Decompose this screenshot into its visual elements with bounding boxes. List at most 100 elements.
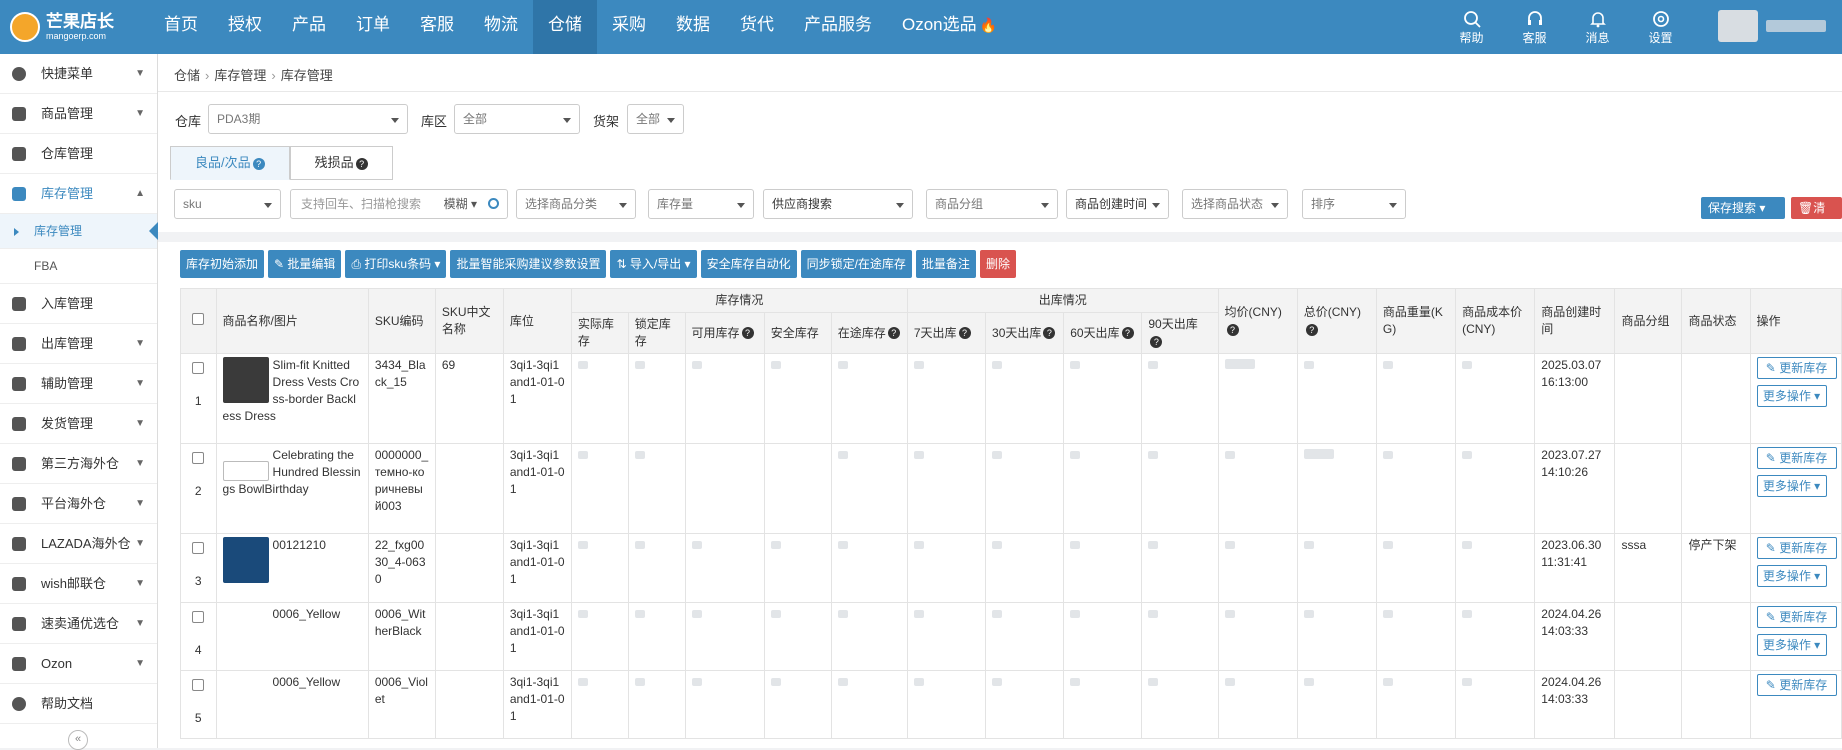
collapse-sidebar-button[interactable]: « <box>68 730 88 750</box>
headset-icon <box>1527 11 1542 25</box>
nav-home[interactable]: 首页 <box>149 0 213 54</box>
nav-order[interactable]: 订单 <box>341 0 405 54</box>
delete-button[interactable]: 删除 <box>979 250 1016 278</box>
caret-down-icon <box>896 203 904 212</box>
question-icon: ? <box>355 157 368 170</box>
row-checkbox[interactable] <box>192 611 205 623</box>
product-image[interactable] <box>222 537 269 583</box>
header-group: 商品分组 <box>1614 288 1683 354</box>
help-button[interactable]: 帮助 <box>1440 0 1503 54</box>
sidebar-item-warehouse[interactable]: 仓库管理 <box>0 134 157 174</box>
row-select-cell: 5 <box>180 670 217 739</box>
message-button[interactable]: 消息 <box>1566 0 1629 54</box>
nav-data[interactable]: 数据 <box>661 0 725 54</box>
trash-icon: 🗑 <box>1798 201 1814 215</box>
init-stock-button[interactable]: 库存初始添加 <box>180 250 265 278</box>
group-select[interactable]: 商品分组 <box>926 189 1058 219</box>
clear-button[interactable]: 🗑清空 <box>1791 197 1842 237</box>
print-sku-barcode-button[interactable]: ⎙ 打印sku条码 ▾ <box>345 250 447 278</box>
sidebar-item-shortcut[interactable]: 快捷菜单 ▼ <box>0 54 157 94</box>
sort-select[interactable]: 排序 <box>1302 189 1406 219</box>
breadcrumb-item[interactable]: 仓储 <box>174 68 200 83</box>
sidebar-item-aliexpress[interactable]: 速卖通优选仓 ▼ <box>0 604 157 644</box>
sidebar-item-third-party-overseas[interactable]: 第三方海外仓 ▼ <box>0 444 157 484</box>
warehouse-select[interactable]: PDA3期 <box>208 104 408 134</box>
sidebar-item-platform-overseas[interactable]: 平台海外仓 ▼ <box>0 484 157 524</box>
broken-image-icon[interactable] <box>222 461 269 481</box>
status-cell <box>1681 602 1751 671</box>
breadcrumb-item[interactable]: 库存管理 <box>214 68 266 83</box>
sidebar-item-auxiliary[interactable]: 辅助管理 ▼ <box>0 364 157 404</box>
search-icon <box>1463 11 1481 28</box>
sync-locked-transit-button[interactable]: 同步锁定/在途库存 <box>800 250 912 278</box>
question-icon: ? <box>887 327 900 340</box>
batch-edit-button[interactable]: ✎ 批量编辑 <box>268 250 342 278</box>
supplier-select[interactable]: 供应商搜索 <box>763 189 913 219</box>
update-stock-button[interactable]: ✎ 更新库存 <box>1756 606 1837 628</box>
update-stock-button[interactable]: ✎ 更新库存 <box>1756 537 1837 559</box>
sidebar-item-ozon[interactable]: Ozon ▼ <box>0 644 157 684</box>
redacted-cell <box>1296 443 1377 534</box>
select-all-checkbox[interactable] <box>192 312 205 325</box>
sidebar-item-outbound[interactable]: 出库管理 ▼ <box>0 324 157 364</box>
nav-forwarder[interactable]: 货代 <box>725 0 789 54</box>
tab-good-defective[interactable]: 良品/次品? <box>170 146 290 180</box>
import-export-button[interactable]: ⇅ 导入/导出 ▾ <box>610 250 697 278</box>
category-select[interactable]: 选择商品分类 <box>516 189 636 219</box>
row-checkbox[interactable] <box>192 362 205 374</box>
shelf-select[interactable]: 全部 <box>627 104 684 134</box>
redacted-value <box>1382 610 1393 618</box>
header-ops: 操作 <box>1749 288 1842 354</box>
update-stock-button[interactable]: ✎ 更新库存 <box>1756 447 1837 469</box>
row-checkbox[interactable] <box>192 679 205 691</box>
ops-cell: ✎ 更新库存 更多操作 ▾ <box>1749 443 1842 534</box>
nav-product[interactable]: 产品 <box>277 0 341 54</box>
user-account[interactable] <box>1718 10 1833 42</box>
row-checkbox[interactable] <box>192 542 205 554</box>
nav-auth[interactable]: 授权 <box>213 0 277 54</box>
update-stock-button[interactable]: ✎ 更新库存 <box>1756 357 1837 379</box>
created-time-select[interactable]: 商品创建时间 <box>1066 189 1169 219</box>
sidebar-item-inbound[interactable]: 入库管理 <box>0 284 157 324</box>
redacted-value <box>1462 610 1473 618</box>
more-actions-button[interactable]: 更多操作 ▾ <box>1756 565 1827 587</box>
product-image[interactable] <box>222 357 269 403</box>
settings-button[interactable]: 设置 <box>1629 0 1692 54</box>
nav-warehouse[interactable]: 仓储 <box>533 0 597 54</box>
redacted-value <box>992 451 1003 459</box>
search-field-select[interactable]: sku <box>174 189 281 219</box>
nav-purchase[interactable]: 采购 <box>597 0 661 54</box>
more-actions-button[interactable]: 更多操作 ▾ <box>1756 385 1827 407</box>
zone-select[interactable]: 全部 <box>454 104 580 134</box>
search-input[interactable]: 支持回车、扫描枪搜索 模糊 ▾ <box>290 189 508 219</box>
brand-logo[interactable]: 芒果店长 mangoerp.com <box>10 6 114 48</box>
more-actions-button[interactable]: 更多操作 ▾ <box>1756 634 1827 656</box>
sidebar-sub-fba[interactable]: FBA <box>0 249 157 284</box>
nav-ozon-selection[interactable]: Ozon选品 🔥 <box>887 0 1012 54</box>
nav-product-service[interactable]: 产品服务 <box>789 0 887 54</box>
batch-smart-purchase-button[interactable]: 批量智能采购建议参数设置 <box>450 250 607 278</box>
sidebar-item-inventory[interactable]: 库存管理 ▲ <box>0 174 157 214</box>
sidebar-item-help[interactable]: 帮助文档 <box>0 684 157 724</box>
search-icon[interactable] <box>488 198 499 209</box>
customer-service-button[interactable]: 客服 <box>1503 0 1566 54</box>
stock-select[interactable]: 库存量 <box>648 189 754 219</box>
chevron-down-icon: ▼ <box>135 418 145 429</box>
batch-remark-button[interactable]: 批量备注 <box>915 250 976 278</box>
safety-stock-auto-button[interactable]: 安全库存自动化 <box>700 250 797 278</box>
nav-logistics[interactable]: 物流 <box>469 0 533 54</box>
sku-cell: 0000000_темно-коричневый003 <box>367 443 436 534</box>
more-actions-button[interactable]: 更多操作 ▾ <box>1756 475 1827 497</box>
sidebar-sub-inventory[interactable]: 库存管理 <box>0 214 158 249</box>
status-select[interactable]: 选择商品状态 <box>1182 189 1288 219</box>
save-search-button[interactable]: 保存搜索 ▾ <box>1701 197 1785 219</box>
update-stock-button[interactable]: ✎ 更新库存 <box>1756 674 1837 696</box>
sidebar-item-goods[interactable]: 商品管理 ▼ <box>0 94 157 134</box>
tab-damaged[interactable]: 残损品? <box>289 146 393 180</box>
sidebar-item-wish[interactable]: wish邮联仓 ▼ <box>0 564 157 604</box>
nav-service[interactable]: 客服 <box>405 0 469 54</box>
row-checkbox[interactable] <box>192 452 205 464</box>
sidebar-item-shipping[interactable]: 发货管理 ▼ <box>0 404 157 444</box>
search-mode-select[interactable]: 模糊 ▾ <box>444 190 477 218</box>
sidebar-item-lazada-overseas[interactable]: LAZADA海外仓 ▼ <box>0 524 157 564</box>
